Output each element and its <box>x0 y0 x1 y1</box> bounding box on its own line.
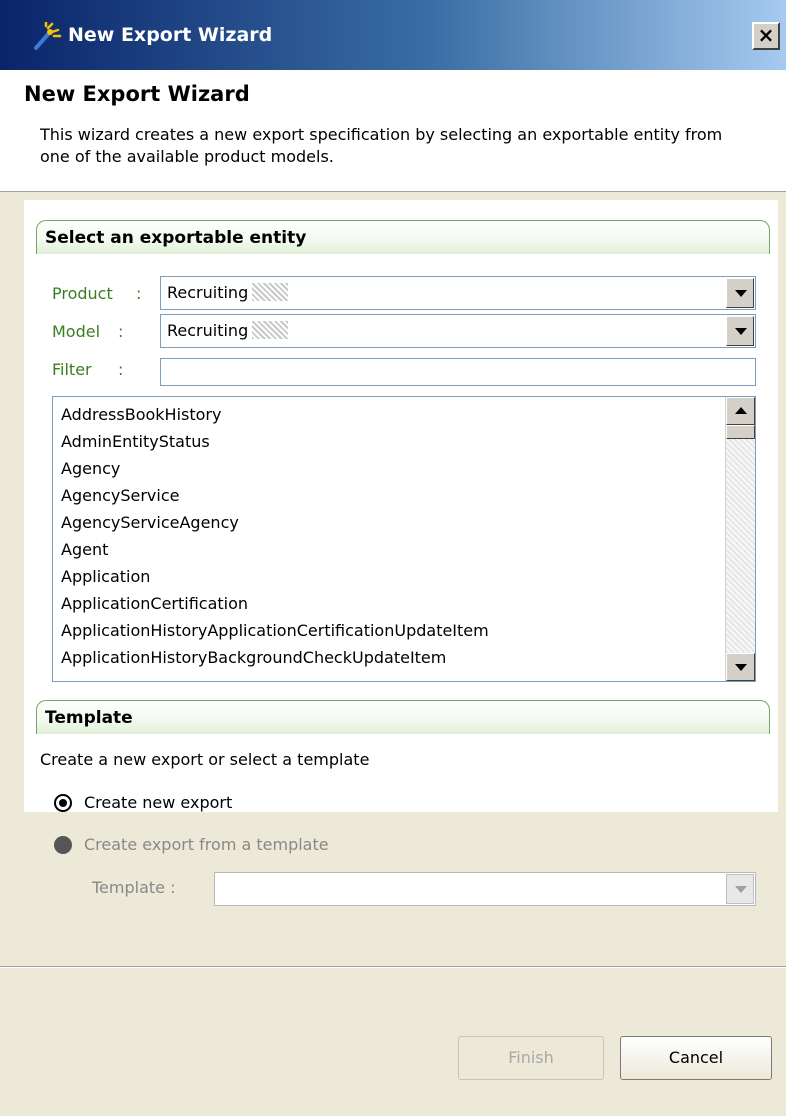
chevron-down-icon[interactable] <box>726 316 754 346</box>
scroll-down-icon[interactable] <box>726 653 755 681</box>
entity-list-item[interactable]: Agent <box>61 536 725 563</box>
template-description: Create a new export or select a template <box>40 750 370 769</box>
radio-checked-icon[interactable] <box>54 794 72 812</box>
entity-list-item[interactable]: ApplicationHistoryApplicationCertificati… <box>61 617 725 644</box>
template-section-header: Template <box>36 700 770 734</box>
model-colon: : <box>118 322 124 341</box>
template-section-title: Template <box>45 708 133 728</box>
entity-list-item[interactable]: AgencyServiceAgency <box>61 509 725 536</box>
chevron-down-icon[interactable] <box>726 278 754 308</box>
model-select[interactable]: Recruiting <box>160 314 756 348</box>
entity-list-item[interactable]: ApplicationCertification <box>61 590 725 617</box>
entity-section-header: Select an exportable entity <box>36 220 770 254</box>
entity-list-scrollbar[interactable] <box>725 397 755 681</box>
entity-list-item[interactable]: AdminEntityStatus <box>61 428 725 455</box>
entity-section-title: Select an exportable entity <box>45 228 307 248</box>
entity-list-item[interactable]: Application <box>61 563 725 590</box>
template-label: Template : <box>92 878 176 897</box>
entity-list-items: AddressBookHistory AdminEntityStatus Agenc… <box>53 397 725 671</box>
product-colon: : <box>136 284 142 303</box>
redacted-version-icon <box>252 283 289 301</box>
radio-unchecked-icon[interactable] <box>54 836 72 854</box>
page-description: This wizard creates a new export specifi… <box>40 125 723 166</box>
cancel-button[interactable]: Cancel <box>620 1036 772 1080</box>
model-label: Model <box>52 322 101 341</box>
scroll-thumb[interactable] <box>726 425 755 439</box>
wizard-header: New Export Wizard This wizard creates a … <box>0 70 786 192</box>
template-select[interactable] <box>214 872 756 906</box>
finish-button[interactable]: Finish <box>458 1036 604 1080</box>
entity-list-item[interactable]: AgencyService <box>61 482 725 509</box>
filter-colon: : <box>118 360 124 379</box>
create-new-export-label: Create new export <box>84 793 233 812</box>
entity-list-item[interactable]: AddressBookHistory <box>61 401 725 428</box>
product-select[interactable]: Recruiting <box>160 276 756 310</box>
filter-input[interactable] <box>160 358 756 386</box>
window-title: New Export Wizard <box>68 24 273 46</box>
export-wizard-window: New Export Wizard × New Export Wizard Th… <box>0 0 786 1116</box>
footer-separator <box>0 966 786 968</box>
wizard-content: Select an exportable entity Product : Re… <box>24 200 778 906</box>
product-select-value: Recruiting <box>167 283 289 302</box>
redacted-version-icon <box>252 321 289 339</box>
product-label: Product <box>52 284 113 303</box>
entity-list-item[interactable]: ApplicationHistoryBackgroundCheckUpdateI… <box>61 644 725 671</box>
chevron-down-icon[interactable] <box>726 874 754 904</box>
page-title: New Export Wizard <box>24 82 250 106</box>
filter-label: Filter <box>52 360 92 379</box>
create-from-template-label: Create export from a template <box>84 835 329 854</box>
close-button[interactable]: × <box>752 22 780 50</box>
entity-list-item[interactable]: Agency <box>61 455 725 482</box>
entity-list[interactable]: AddressBookHistory AdminEntityStatus Agenc… <box>52 396 756 682</box>
wizard-wand-icon <box>34 22 62 50</box>
model-select-value: Recruiting <box>167 321 289 340</box>
title-bar[interactable]: New Export Wizard × <box>0 0 786 70</box>
scroll-up-icon[interactable] <box>726 397 755 425</box>
